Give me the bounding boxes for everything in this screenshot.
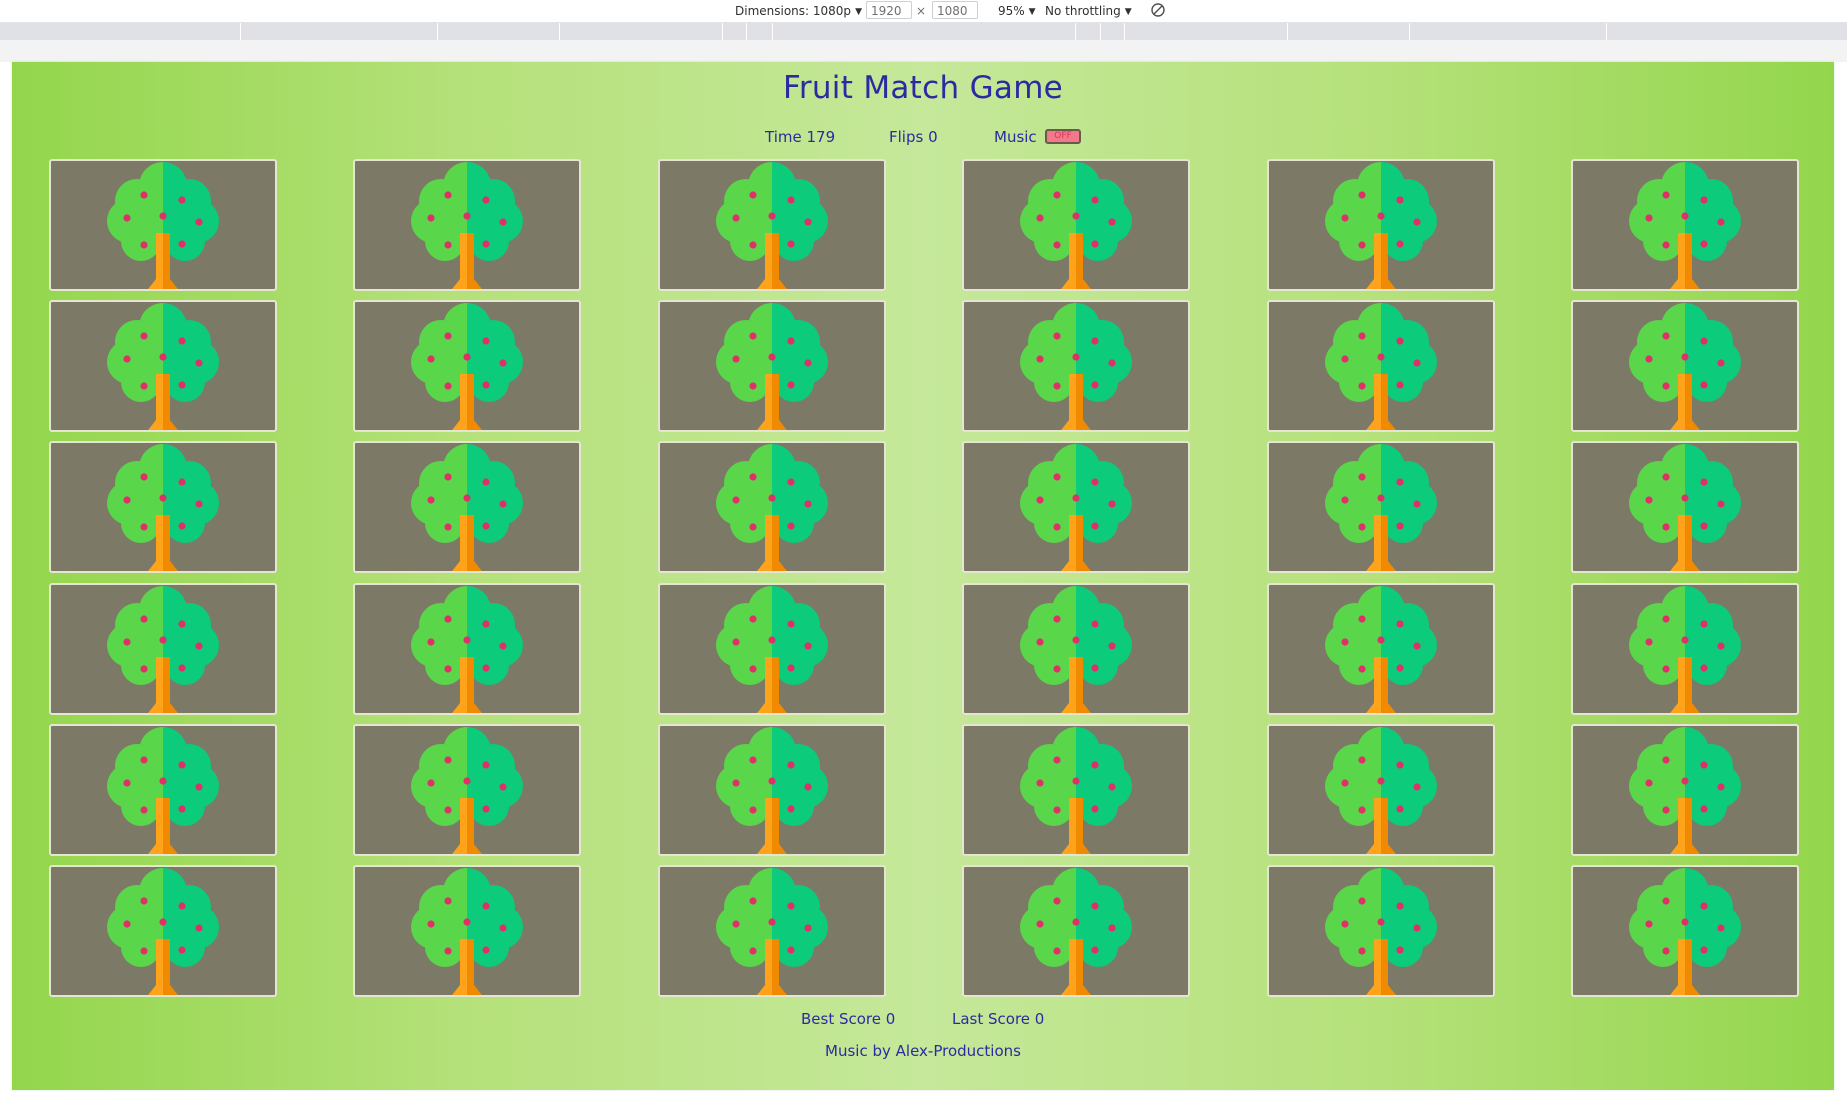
music-label: Music — [994, 128, 1037, 146]
chevron-down-icon: ▼ — [855, 7, 862, 17]
tree-icon — [716, 868, 828, 995]
tree-icon — [716, 444, 828, 571]
memory-card[interactable] — [962, 865, 1190, 997]
memory-card[interactable] — [658, 300, 886, 432]
tree-icon — [1629, 162, 1741, 289]
memory-card[interactable] — [49, 724, 277, 856]
dimensions-dropdown[interactable]: Dimensions: 1080p ▼ — [735, 3, 862, 19]
zoom-label: 95% — [998, 4, 1025, 18]
dimensions-label: Dimensions: 1080p — [735, 4, 852, 18]
memory-card[interactable] — [962, 441, 1190, 573]
tree-icon — [1629, 303, 1741, 430]
tree-icon — [411, 586, 523, 713]
tree-icon — [1325, 868, 1437, 995]
memory-card[interactable] — [658, 441, 886, 573]
tree-icon — [1325, 727, 1437, 854]
time-counter: Time 179 — [765, 128, 836, 146]
memory-card[interactable] — [1571, 583, 1799, 715]
memory-card[interactable] — [1571, 300, 1799, 432]
memory-card[interactable] — [1571, 724, 1799, 856]
tree-icon — [411, 303, 523, 430]
tree-icon — [1325, 444, 1437, 571]
memory-card[interactable] — [658, 583, 886, 715]
memory-card[interactable] — [658, 724, 886, 856]
tree-icon — [1020, 868, 1132, 995]
tree-icon — [411, 868, 523, 995]
memory-card[interactable] — [353, 724, 581, 856]
memory-card[interactable] — [49, 159, 277, 291]
memory-card[interactable] — [962, 583, 1190, 715]
memory-card[interactable] — [353, 865, 581, 997]
last-score: Last Score 0 — [952, 1010, 1045, 1028]
tree-icon — [107, 444, 219, 571]
tree-icon — [411, 162, 523, 289]
tree-icon — [107, 868, 219, 995]
music-toggle-button[interactable]: OFF — [1045, 129, 1081, 144]
card-grid — [49, 159, 1799, 997]
best-score: Best Score 0 — [801, 1010, 896, 1028]
tree-icon — [1020, 444, 1132, 571]
tree-icon — [716, 586, 828, 713]
memory-card[interactable] — [1267, 300, 1495, 432]
media-query-ruler[interactable] — [0, 23, 1847, 40]
memory-card[interactable] — [1267, 865, 1495, 997]
memory-card[interactable] — [49, 300, 277, 432]
devtools-device-toolbar: Dimensions: 1080p ▼ 1920 × 1080 95% ▼ No t… — [0, 0, 1847, 23]
tree-icon — [716, 303, 828, 430]
tree-icon — [1325, 162, 1437, 289]
memory-card[interactable] — [1267, 724, 1495, 856]
memory-card[interactable] — [353, 159, 581, 291]
memory-card[interactable] — [353, 300, 581, 432]
memory-card[interactable] — [962, 300, 1190, 432]
tree-icon — [107, 303, 219, 430]
music-credit: Music by Alex-Productions — [825, 1042, 1021, 1060]
memory-card[interactable] — [49, 441, 277, 573]
memory-card[interactable] — [1267, 159, 1495, 291]
flips-counter: Flips 0 — [889, 128, 938, 146]
memory-card[interactable] — [49, 583, 277, 715]
memory-card[interactable] — [962, 159, 1190, 291]
throttling-label: No throttling — [1045, 4, 1121, 18]
tree-icon — [716, 727, 828, 854]
memory-card[interactable] — [353, 441, 581, 573]
chevron-down-icon: ▼ — [1124, 7, 1132, 17]
tree-icon — [1020, 727, 1132, 854]
memory-card[interactable] — [962, 724, 1190, 856]
game-title: Fruit Match Game — [782, 70, 1064, 106]
tree-icon — [1629, 444, 1741, 571]
tree-icon — [1325, 586, 1437, 713]
memory-card[interactable] — [658, 865, 886, 997]
viewport-backdrop — [0, 40, 1847, 62]
times-sign: × — [916, 4, 927, 18]
chevron-down-icon: ▼ — [1028, 7, 1036, 17]
memory-card[interactable] — [1571, 441, 1799, 573]
tree-icon — [107, 727, 219, 854]
tree-icon — [1629, 868, 1741, 995]
memory-card[interactable] — [1267, 441, 1495, 573]
memory-card[interactable] — [1571, 159, 1799, 291]
game-page: Fruit Match Game Time 179 Flips 0 Music … — [12, 62, 1834, 1090]
memory-card[interactable] — [1571, 865, 1799, 997]
tree-icon — [1629, 586, 1741, 713]
tree-icon — [716, 162, 828, 289]
tree-icon — [1325, 303, 1437, 430]
memory-card[interactable] — [353, 583, 581, 715]
tree-icon — [107, 586, 219, 713]
memory-card[interactable] — [658, 159, 886, 291]
throttling-dropdown[interactable]: No throttling ▼ — [1045, 3, 1132, 19]
tree-icon — [1629, 727, 1741, 854]
tree-icon — [1020, 586, 1132, 713]
tree-icon — [1020, 162, 1132, 289]
memory-card[interactable] — [1267, 583, 1495, 715]
zoom-dropdown[interactable]: 95% ▼ — [998, 3, 1036, 19]
rotate-icon[interactable] — [1150, 2, 1166, 18]
memory-card[interactable] — [49, 865, 277, 997]
tree-icon — [107, 162, 219, 289]
tree-icon — [1020, 303, 1132, 430]
tree-icon — [411, 444, 523, 571]
height-input[interactable]: 1080 — [932, 1, 978, 19]
width-input[interactable]: 1920 — [866, 1, 912, 19]
tree-icon — [411, 727, 523, 854]
